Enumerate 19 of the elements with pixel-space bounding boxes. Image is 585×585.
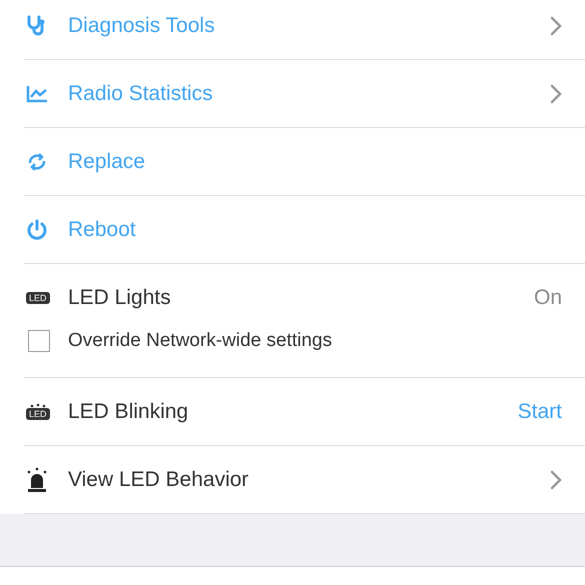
menu-link[interactable]: Reboot	[68, 214, 136, 246]
line-chart-icon	[26, 84, 48, 102]
siren-icon	[26, 466, 48, 492]
checkbox[interactable]	[28, 330, 50, 352]
menu-link[interactable]: Diagnosis Tools	[68, 10, 215, 42]
checkbox-label: Override Network-wide settings	[68, 328, 332, 353]
start-link[interactable]: Start	[518, 396, 562, 428]
chevron-right-icon	[550, 16, 562, 36]
chevron-right-icon	[550, 470, 562, 490]
power-icon	[26, 218, 48, 240]
setting-label: LED Lights	[68, 284, 171, 311]
setting-label[interactable]: View LED Behavior	[68, 464, 249, 496]
swap-arrows-icon	[26, 150, 48, 172]
menu-link[interactable]: Replace	[68, 146, 146, 178]
menu-link[interactable]: Radio Statistics	[68, 78, 213, 110]
setting-value: On	[534, 284, 562, 311]
setting-label: LED Blinking	[68, 398, 188, 425]
chevron-right-icon	[550, 84, 562, 104]
led-icon: LED	[26, 292, 50, 304]
